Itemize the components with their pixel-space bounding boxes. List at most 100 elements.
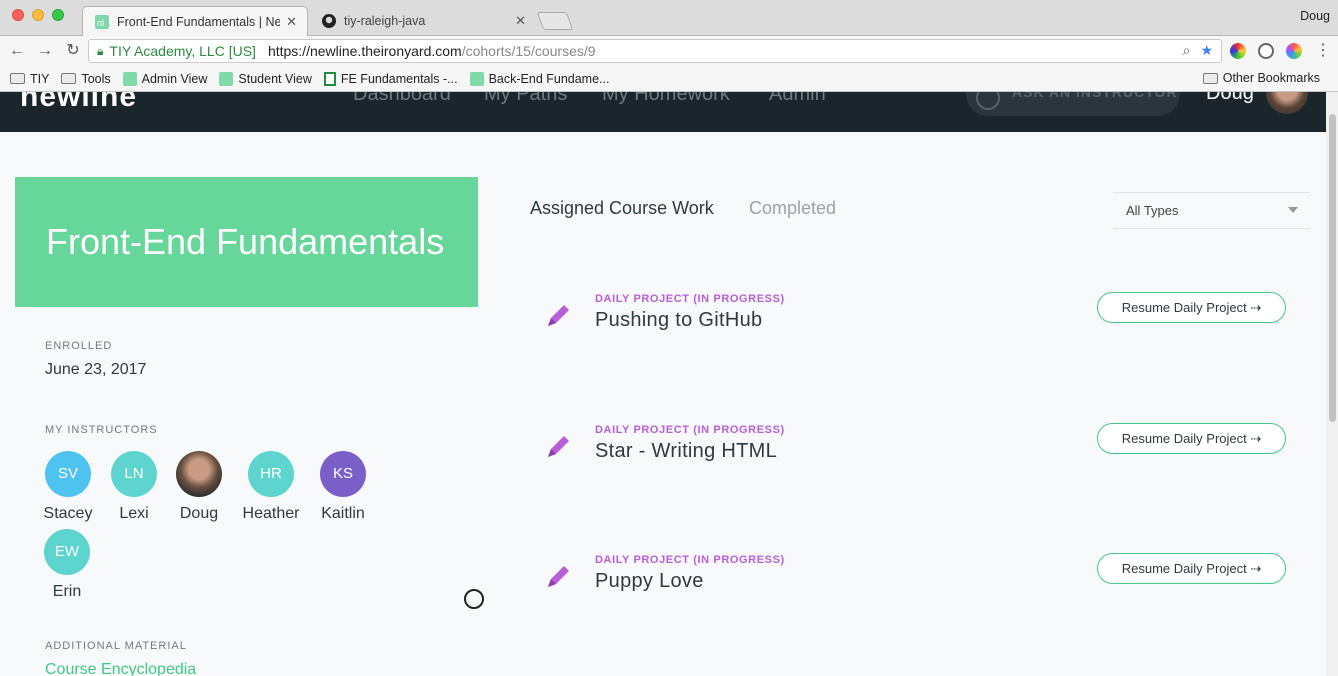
instructor-name: Doug: [179, 505, 219, 522]
project-title[interactable]: Pushing to GitHub: [595, 309, 762, 332]
page-scrollbar[interactable]: [1326, 92, 1338, 676]
folder-icon: [1202, 72, 1218, 84]
instructor-lexi[interactable]: LN Lexi: [104, 451, 164, 523]
instructor-heather[interactable]: HR Heather: [241, 451, 301, 523]
instructor-name: Stacey: [43, 505, 93, 522]
newline-icon: [219, 71, 234, 86]
tab-title: Front-End Fundamentals | New: [117, 14, 281, 29]
close-tab-icon[interactable]: ✕: [515, 13, 526, 29]
extension-icon[interactable]: [1230, 43, 1246, 59]
enrolled-label: ENROLLED: [45, 340, 113, 352]
instructor-name: Heather: [242, 505, 300, 522]
bookmark-folder[interactable]: Tools: [61, 72, 111, 86]
resume-daily-project-button[interactable]: Resume Daily Project ⇢: [1097, 553, 1286, 584]
browser-tab-github[interactable]: tiy-raleigh-java ✕: [310, 6, 536, 36]
lock-icon: 🔒︎: [97, 43, 104, 58]
instructor-erin[interactable]: EW Erin: [37, 529, 97, 601]
spreadsheet-icon: [323, 71, 336, 86]
course-banner: Front-End Fundamentals: [15, 177, 478, 307]
close-tab-icon[interactable]: ✕: [286, 14, 297, 30]
instructor-name: Erin: [52, 583, 82, 600]
new-tab-button[interactable]: [536, 12, 574, 30]
bookmark-folder[interactable]: TIY: [10, 72, 49, 86]
project-title[interactable]: Star - Writing HTML: [595, 440, 777, 463]
other-bookmarks[interactable]: Other Bookmarks: [1202, 71, 1320, 85]
scrollbar-thumb[interactable]: [1329, 114, 1336, 422]
bookmark-link[interactable]: Student View: [219, 71, 312, 86]
browser-tab-active[interactable]: nl Front-End Fundamentals | New ✕: [82, 6, 308, 36]
page-viewport: newline Dashboard My Paths My Homework A…: [0, 92, 1338, 676]
nav-admin[interactable]: Admin: [769, 92, 826, 106]
minimize-window-button[interactable]: [32, 9, 44, 21]
instructor-name: Lexi: [119, 505, 149, 522]
additional-material-label: ADDITIONAL MATERIAL: [45, 640, 187, 652]
instructors-label: MY INSTRUCTORS: [45, 424, 158, 436]
nav-dashboard[interactable]: Dashboard: [353, 92, 451, 106]
list-item: DAILY PROJECT (IN PROGRESS) Puppy Love R…: [540, 551, 1300, 611]
tab-title: tiy-raleigh-java: [344, 14, 426, 28]
instructor-avatar: HR: [248, 451, 294, 497]
close-window-button[interactable]: [12, 9, 24, 21]
list-item: DAILY PROJECT (IN PROGRESS) Pushing to G…: [540, 290, 1300, 350]
avatar[interactable]: [1266, 92, 1308, 114]
color-extension-icon[interactable]: [1286, 43, 1302, 59]
ask-instructor-button[interactable]: ASK AN INSTRUCTOR: [966, 92, 1180, 116]
chat-bubble-icon: [976, 92, 1000, 110]
bookmark-link[interactable]: Back-End Fundame...: [469, 71, 609, 86]
bookmark-link[interactable]: Admin View: [122, 71, 207, 86]
nav-my-homework[interactable]: My Homework: [602, 92, 730, 106]
instructor-photo: [176, 451, 222, 497]
type-filter-select[interactable]: All Types: [1113, 192, 1310, 229]
newline-favicon-icon: nl: [95, 14, 109, 29]
instructor-stacey[interactable]: SV Stacey: [38, 451, 98, 523]
bookmark-link[interactable]: FE Fundamentals -...: [323, 71, 458, 86]
instructor-kaitlin[interactable]: KS Kaitlin: [313, 451, 373, 523]
project-type-label: DAILY PROJECT (IN PROGRESS): [595, 554, 785, 566]
resume-daily-project-button[interactable]: Resume Daily Project ⇢: [1097, 423, 1286, 454]
folder-icon: [10, 73, 25, 84]
bookmark-star-icon[interactable]: ★: [1200, 42, 1213, 59]
instructor-avatar: SV: [45, 451, 91, 497]
instructor-name: Kaitlin: [321, 505, 365, 522]
instructor-avatar: LN: [111, 451, 157, 497]
instructor-avatar: KS: [320, 451, 366, 497]
site-header: newline Dashboard My Paths My Homework A…: [0, 92, 1326, 132]
chevron-down-icon: [1288, 207, 1298, 213]
pencil-icon: [548, 305, 569, 326]
browser-toolbar: ← → ↻ 🔒︎ TIY Academy, LLC [US] https://n…: [0, 36, 1338, 66]
list-item: DAILY PROJECT (IN PROGRESS) Star - Writi…: [540, 421, 1300, 481]
browser-menu-icon[interactable]: ⋮: [1312, 40, 1334, 62]
tab-assigned-course-work[interactable]: Assigned Course Work: [530, 198, 714, 219]
enrolled-date: June 23, 2017: [45, 361, 147, 378]
reload-icon[interactable]: ↻: [62, 40, 84, 62]
resume-daily-project-button[interactable]: Resume Daily Project ⇢: [1097, 292, 1286, 323]
github-icon: [322, 14, 336, 28]
maximize-window-button[interactable]: [52, 9, 64, 21]
forward-arrow-icon[interactable]: →: [34, 40, 56, 62]
course-encyclopedia-link[interactable]: Course Encyclopedia: [45, 661, 196, 676]
project-type-label: DAILY PROJECT (IN PROGRESS): [595, 293, 785, 305]
svg-text:nl: nl: [97, 18, 104, 28]
nav-my-paths[interactable]: My Paths: [484, 92, 567, 106]
project-title[interactable]: Puppy Love: [595, 570, 704, 593]
address-bar[interactable]: 🔒︎ TIY Academy, LLC [US] https://newline…: [88, 39, 1222, 63]
back-arrow-icon[interactable]: ←: [6, 40, 28, 62]
tab-completed[interactable]: Completed: [749, 198, 836, 219]
user-name[interactable]: Doug: [1206, 92, 1254, 105]
browser-profile-name[interactable]: Doug: [1300, 9, 1330, 23]
zoom-icon[interactable]: ⌕: [1183, 42, 1191, 59]
folder-icon: [61, 73, 77, 84]
project-type-label: DAILY PROJECT (IN PROGRESS): [595, 424, 785, 436]
instructor-doug[interactable]: Doug: [169, 451, 229, 523]
bookmarks-bar: TIY Tools Admin View Student View FE Fun…: [0, 66, 1338, 92]
url-path: /cohorts/15/courses/9: [461, 43, 596, 59]
page-title: Front-End Fundamentals: [46, 221, 445, 262]
info-extension-icon[interactable]: [1258, 43, 1274, 59]
pencil-icon: [548, 566, 569, 587]
instructor-avatar: EW: [44, 529, 90, 575]
url-host: https://newline.theironyard.com: [267, 43, 462, 59]
pencil-icon: [548, 436, 569, 457]
ask-instructor-label: ASK AN INSTRUCTOR: [1012, 92, 1178, 100]
newline-logo[interactable]: newline: [20, 92, 137, 114]
site-identity: TIY Academy, LLC [US]: [109, 43, 256, 59]
